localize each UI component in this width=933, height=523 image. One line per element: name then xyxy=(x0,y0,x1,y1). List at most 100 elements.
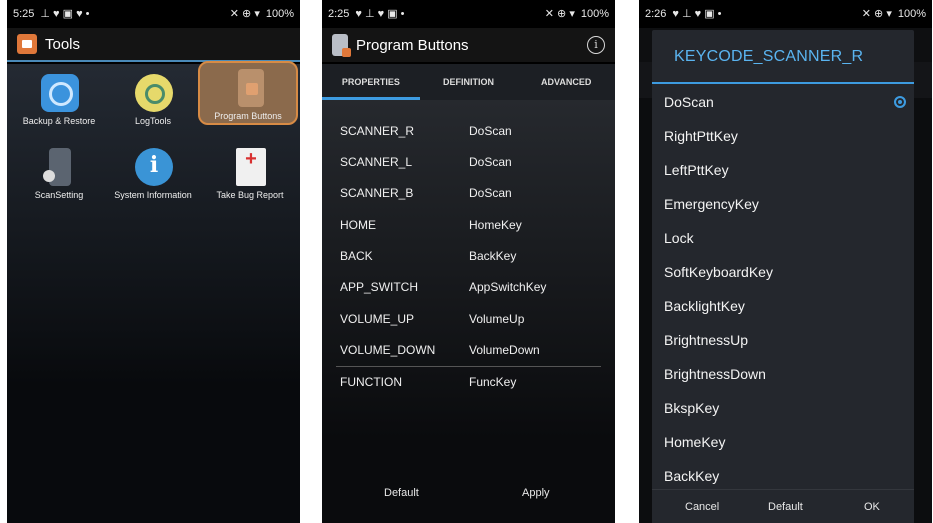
scan-setting-icon xyxy=(43,148,71,186)
app-title: Program Buttons xyxy=(356,36,469,54)
button-name: APP_SWITCH xyxy=(340,280,419,294)
ok-button[interactable]: OK xyxy=(864,501,880,513)
option-leftpttkey[interactable]: LeftPttKey xyxy=(652,153,914,187)
app-title: Tools xyxy=(45,35,81,53)
app-take-bug-report[interactable]: Take Bug Report xyxy=(200,142,300,204)
tab-properties[interactable]: PROPERTIES xyxy=(322,64,420,100)
list-item[interactable]: VOLUME_UP VolumeUp xyxy=(322,303,615,334)
button-name: VOLUME_UP xyxy=(340,312,415,326)
option-backlightkey[interactable]: BacklightKey xyxy=(652,289,914,323)
list-item[interactable]: SCANNER_R DoScan xyxy=(322,115,615,146)
option-lock[interactable]: Lock xyxy=(652,221,914,255)
option-label: BkspKey xyxy=(664,400,720,416)
notification-icons: ⊥ ♥ ▣ ♥ • xyxy=(40,7,90,20)
cancel-button[interactable]: Cancel xyxy=(685,501,719,513)
option-label: EmergencyKey xyxy=(664,196,759,212)
button-action: FuncKey xyxy=(469,375,517,389)
button-action: VolumeDown xyxy=(469,343,540,357)
option-bkspkey[interactable]: BkspKey xyxy=(652,391,914,425)
app-label: System Information xyxy=(114,190,192,200)
option-label: RightPttKey xyxy=(664,128,738,144)
bug-report-icon xyxy=(236,148,266,186)
list-item[interactable]: SCANNER_L DoScan xyxy=(322,146,615,177)
tools-screen: 5:25 ⊥ ♥ ▣ ♥ • ✕ ⊕ ▾ 100% Tools Backup &… xyxy=(7,0,300,523)
option-label: SoftKeyboardKey xyxy=(664,264,773,280)
app-label: LogTools xyxy=(134,116,172,126)
option-label: BackKey xyxy=(664,468,720,484)
list-item[interactable]: HOME HomeKey xyxy=(322,209,615,240)
status-bar: 5:25 ⊥ ♥ ▣ ♥ • ✕ ⊕ ▾ 100% xyxy=(7,0,300,28)
system-status-icons: ✕ ⊕ ▾ xyxy=(861,7,892,20)
list-item[interactable]: FUNCTION FuncKey xyxy=(322,366,615,397)
tab-advanced[interactable]: ADVANCED xyxy=(517,64,615,100)
list-item[interactable]: BACK BackKey xyxy=(322,240,615,271)
program-buttons-screen: 2:25 ♥ ⊥ ♥ ▣ • ✕ ⊕ ▾ 100% Program Button… xyxy=(322,0,615,523)
keycode-dialog-screen: 2:26 ♥ ⊥ ♥ ▣ • ✕ ⊕ ▾ 100% KEYCODE_SCANNE… xyxy=(639,0,932,523)
battery-level: 100% xyxy=(897,8,926,20)
option-label: BrightnessUp xyxy=(664,332,749,348)
button-action: DoScan xyxy=(469,124,512,138)
button-action: DoScan xyxy=(469,155,512,169)
list-item[interactable]: VOLUME_DOWN VolumeDown xyxy=(322,334,615,365)
button-action: HomeKey xyxy=(469,218,522,232)
program-buttons-icon xyxy=(238,69,264,107)
app-program-buttons[interactable]: Program Buttons xyxy=(198,61,298,125)
status-time: 2:25 xyxy=(328,8,350,20)
status-time: 2:26 xyxy=(645,8,667,20)
button-name: FUNCTION xyxy=(340,375,402,389)
properties-list: SCANNER_R DoScan SCANNER_L DoScan SCANNE… xyxy=(322,100,615,523)
button-action: DoScan xyxy=(469,186,512,200)
app-scansetting[interactable]: ScanSetting xyxy=(9,142,109,204)
system-status-icons: ✕ ⊕ ▾ xyxy=(229,7,260,20)
backup-icon xyxy=(41,74,79,112)
tools-icon xyxy=(17,34,37,54)
notification-icons: ♥ ⊥ ♥ ▣ • xyxy=(672,7,722,20)
option-label: BacklightKey xyxy=(664,298,745,314)
button-name: SCANNER_B xyxy=(340,186,414,200)
option-emergencykey[interactable]: EmergencyKey xyxy=(652,187,914,221)
keycode-dialog: KEYCODE_SCANNER_R DoScan RightPttKey Lef… xyxy=(652,30,914,523)
option-label: Lock xyxy=(664,230,694,246)
option-softkeyboardkey[interactable]: SoftKeyboardKey xyxy=(652,255,914,289)
notification-icons: ♥ ⊥ ♥ ▣ • xyxy=(355,7,405,20)
option-label: LeftPttKey xyxy=(664,162,729,178)
tab-bar: PROPERTIES DEFINITION ADVANCED xyxy=(322,64,615,100)
app-bar: Tools xyxy=(7,28,300,62)
app-grid: Backup & Restore LogTools Program Button… xyxy=(7,61,300,523)
app-label: Program Buttons xyxy=(214,111,282,121)
system-status-icons: ✕ ⊕ ▾ xyxy=(544,7,575,20)
button-name: BACK xyxy=(340,249,373,263)
status-bar: 2:25 ♥ ⊥ ♥ ▣ • ✕ ⊕ ▾ 100% xyxy=(322,0,615,28)
option-homekey[interactable]: HomeKey xyxy=(652,425,914,459)
app-label: ScanSetting xyxy=(34,190,84,200)
option-backkey[interactable]: BackKey xyxy=(652,459,914,493)
tab-definition[interactable]: DEFINITION xyxy=(420,64,518,100)
option-label: BrightnessDown xyxy=(664,366,766,382)
app-backup-restore[interactable]: Backup & Restore xyxy=(9,68,109,130)
button-name: VOLUME_DOWN xyxy=(340,343,436,357)
app-logtools[interactable]: LogTools xyxy=(103,68,203,130)
option-label: HomeKey xyxy=(664,434,726,450)
option-brightnessdown[interactable]: BrightnessDown xyxy=(652,357,914,391)
default-button[interactable]: Default xyxy=(384,487,419,499)
option-brightnessup[interactable]: BrightnessUp xyxy=(652,323,914,357)
button-name: SCANNER_L xyxy=(340,155,413,169)
dialog-title-divider xyxy=(652,82,914,84)
option-doscan[interactable]: DoScan xyxy=(652,85,914,119)
system-info-icon xyxy=(135,148,173,186)
battery-level: 100% xyxy=(580,8,609,20)
apply-button[interactable]: Apply xyxy=(522,487,550,499)
list-item[interactable]: SCANNER_B DoScan xyxy=(322,177,615,208)
list-item[interactable]: APP_SWITCH AppSwitchKey xyxy=(322,271,615,302)
app-label: Backup & Restore xyxy=(22,116,96,126)
dialog-title: KEYCODE_SCANNER_R xyxy=(674,48,864,65)
button-action: BackKey xyxy=(469,249,517,263)
button-action: AppSwitchKey xyxy=(469,280,547,294)
button-action: VolumeUp xyxy=(469,312,525,326)
option-rightpttkey[interactable]: RightPttKey xyxy=(652,119,914,153)
app-system-information[interactable]: System Information xyxy=(103,142,203,204)
radio-selected-icon[interactable] xyxy=(894,96,906,108)
info-icon[interactable]: i xyxy=(587,36,605,54)
program-buttons-icon xyxy=(332,34,351,57)
default-button[interactable]: Default xyxy=(768,501,803,513)
